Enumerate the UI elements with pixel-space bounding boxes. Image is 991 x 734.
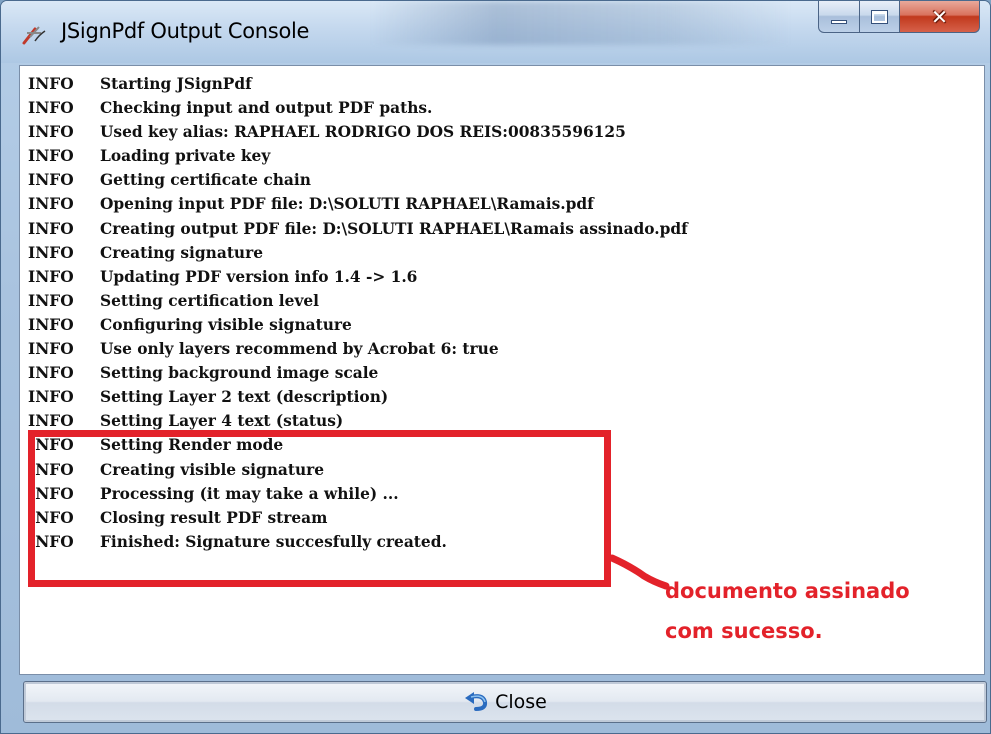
log-level: INFO [28,195,74,214]
log-line: INFO Checking input and output PDF paths. [28,96,688,120]
log-level: INFO [28,147,74,166]
log-level: INFO [28,219,74,238]
log-line: INFO Starting JSignPdf [28,72,688,96]
jsignpdf-app-icon [22,26,46,45]
log-message: Setting certification level [100,291,320,310]
log-line: INFO Loading private key [28,144,688,168]
log-line: INFO Configuring visible signature [28,313,688,337]
log-message: Use only layers recommend by Acrobat 6: … [100,340,499,359]
log-line: INFO Creating output PDF file: D:\SOLUTI … [28,217,688,241]
log-line: INFO Updating PDF version info 1.4 -> 1.6 [28,265,688,289]
log-message: Getting certificate chain [100,171,311,190]
caption-buttons: ✕ [818,1,980,35]
log-level: INFO [28,99,74,118]
window-title: JSignPdf Output Console [61,19,310,43]
log-level: INFO [28,243,74,262]
log-message: Updating PDF version info 1.4 -> 1.6 [100,267,418,286]
console-output[interactable]: INFO Starting JSignPdf INFO Checking input … [19,65,985,675]
close-window-button[interactable]: ✕ [900,1,980,33]
background-blur [371,1,791,45]
log-level: INFO [28,267,74,286]
log-message: Creating signature [100,243,264,262]
log-message: Loading private key [100,147,271,166]
log-line: INFO Used key alias: RAPHAEL RODRIGO DOS … [28,120,688,144]
log-line: INFO Use only layers recommend by Acrobat… [28,337,688,361]
log-line: INFO Setting certification level [28,289,688,313]
title-bar[interactable]: JSignPdf Output Console ✕ [1,1,990,63]
log-message: Checking input and output PDF paths. [100,99,433,118]
log-message: Creating output PDF file: D:\SOLUTI RAPH… [100,219,688,238]
log-level: INFO [28,315,74,334]
close-icon: ✕ [931,4,948,29]
log-level: INFO [28,291,74,310]
log-level: INFO [28,75,74,93]
log-line: INFO Creating signature [28,241,688,265]
log-line: INFO Setting Layer 2 text (description) [28,385,688,409]
output-console-window: JSignPdf Output Console ✕ INFO Starting J… [0,0,991,734]
pointer-line [610,554,670,590]
log-level: INFO [28,171,74,190]
log-message: Configuring visible signature [100,315,352,334]
log-message: Opening input PDF file: D:\SOLUTI RAPHAE… [100,195,594,214]
close-button-label: Close [495,691,547,713]
log-message: Starting JSignPdf [100,75,252,93]
undo-arrow-icon [465,692,488,711]
minimize-icon [831,19,847,24]
log-level: INFO [28,340,74,359]
log-line: INFO Opening input PDF file: D:\SOLUTI RA… [28,192,688,216]
log-level: INFO [28,388,74,407]
annotation-line-2: com sucesso. [665,619,823,643]
log-line: INFO Getting certificate chain [28,168,688,192]
annotation-line-1: documento assinado [665,579,910,603]
log-message: Setting background image scale [100,364,379,383]
minimize-button[interactable] [818,1,860,33]
close-button[interactable]: Close [23,681,987,723]
annotation-text: documento assinado com sucesso. [665,571,910,651]
log-level: INFO [28,364,74,383]
log-level: INFO [28,123,74,142]
highlight-box [28,430,611,587]
log-line: INFO Setting background image scale [28,361,688,385]
log-message: Setting Layer 2 text (description) [100,388,389,407]
log-message: Used key alias: RAPHAEL RODRIGO DOS REIS… [100,123,626,142]
maximize-button[interactable] [860,1,900,33]
maximize-icon [871,9,888,24]
